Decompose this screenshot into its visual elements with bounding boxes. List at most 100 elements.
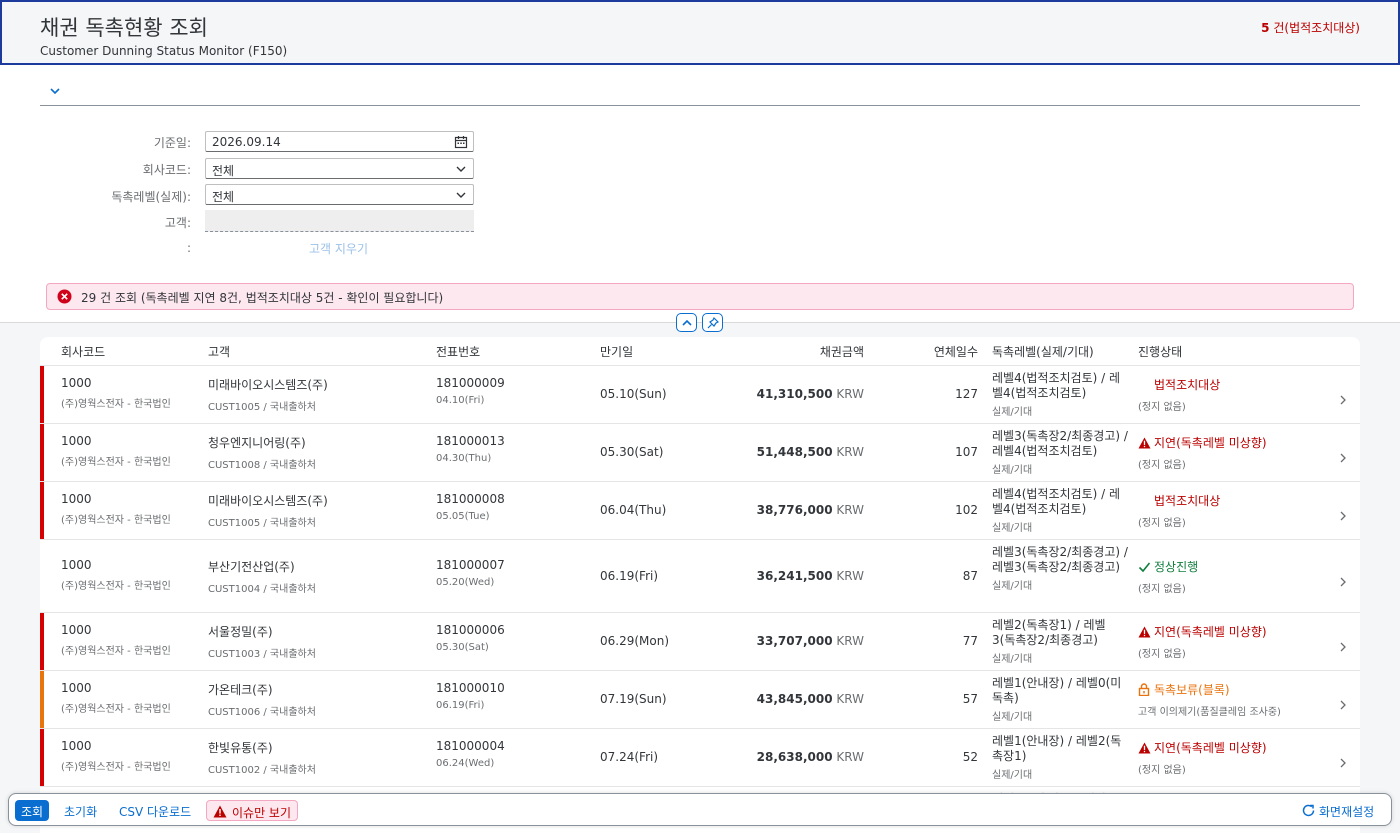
dunning-level-cell: 레벨3(독촉장2/최종경고) / 레벨3(독촉장2/최종경고) 실제/기대 [992, 545, 1128, 594]
legal-action-count[interactable]: 5 건(법적조치대상) [1261, 19, 1360, 36]
status-note: (정지 없음) [1138, 518, 1186, 529]
column-header-due-date[interactable]: 만기일 [600, 337, 633, 365]
show-issues-only-button[interactable]: 이슈만 보기 [206, 800, 299, 821]
footer-toolbar: 조회 초기화 CSV 다운로드 이슈만 보기 화면재설정 [8, 793, 1392, 826]
document-number: 181000007 [436, 558, 505, 572]
layout-reset-label: 화면재설정 [1319, 805, 1375, 819]
chevron-right-icon[interactable] [1338, 506, 1348, 521]
base-date-picker[interactable]: 2026.09.14 [205, 131, 474, 152]
customer-cell: 미래바이오시스템즈(주) CUST1005 / 국내출하처 [208, 492, 328, 529]
status-text: 법적조치대상 [1154, 494, 1221, 508]
company-cell: 1000 (주)영웍스전자 - 한국법인 [61, 623, 171, 657]
company-code: 1000 [61, 623, 92, 637]
company-code-select[interactable]: 전체 [205, 158, 474, 179]
overdue-days: 77 [962, 634, 978, 648]
table-row[interactable]: 1000 (주)영웍스전자 - 한국법인 서울정밀(주) CUST1003 / 국내출… [40, 613, 1360, 671]
amount-value: 51,448,500 [756, 445, 833, 459]
dunning-level-cell: 레벨1(안내장) / 레벨0(미독촉) 실제/기대 [992, 676, 1128, 725]
dunning-level-text: 레벨3(독촉장2/최종경고) / 레벨4(법적조치검토) [992, 429, 1128, 458]
column-header-company[interactable]: 회사코드 [61, 337, 105, 365]
collapse-header-button[interactable] [676, 313, 697, 332]
company-name: (주)영웍스전자 - 한국법인 [61, 399, 171, 410]
page-subtitle: Customer Dunning Status Monitor (F150) [40, 44, 288, 58]
dunning-level-caption: 실제/기대 [992, 581, 1033, 592]
chevron-right-icon[interactable] [1338, 390, 1348, 405]
overdue-days: 87 [962, 569, 978, 583]
customer-name: 서울정밀(주) [208, 625, 273, 639]
dunning-table: 회사코드 고객 전표번호 만기일 채권금액 연체일수 독촉레벨(실제/기대) 진… [40, 337, 1360, 833]
document-number: 181000013 [436, 434, 505, 448]
column-header-document[interactable]: 전표번호 [436, 337, 480, 365]
error-icon [57, 289, 72, 304]
filter-bar: 기준일: 2026.09.14 회사코드: 전체 독촉레벨(실제): 전체 고객… [0, 65, 1400, 323]
reset-button[interactable]: 초기화 [58, 800, 103, 821]
column-header-amount[interactable]: 채권금액 [740, 337, 864, 365]
company-name: (주)영웍스전자 - 한국법인 [61, 457, 171, 468]
dunning-level-text: 레벨4(법적조치검토) / 레벨4(법적조치검토) [992, 487, 1121, 516]
document-number: 181000008 [436, 492, 505, 506]
table-row[interactable]: 1000 (주)영웍스전자 - 한국법인 청우엔지니어링(주) CUST1008 / … [40, 424, 1360, 482]
chevron-right-icon[interactable] [1338, 448, 1348, 463]
customer-name: 미래바이오시스템즈(주) [208, 378, 328, 392]
status-text: 지연(독촉레벨 미상향) [1154, 436, 1267, 450]
csv-download-button[interactable]: CSV 다운로드 [113, 800, 197, 821]
status-text: 독촉보류(블록) [1154, 683, 1230, 697]
amount-cell: 28,638,000 KRW [740, 750, 864, 764]
check-icon [1138, 561, 1151, 574]
column-header-customer[interactable]: 고객 [208, 337, 230, 365]
customer-label: 고객: [164, 216, 191, 230]
table-row[interactable]: 1000 (주)영웍스전자 - 한국법인 한빛유통(주) CUST1002 / 국내출… [40, 729, 1360, 787]
document-date: 04.30(Thu) [436, 453, 492, 464]
company-cell: 1000 (주)영웍스전자 - 한국법인 [61, 739, 171, 773]
chevron-right-icon[interactable] [1338, 695, 1348, 710]
column-header-dunning-level[interactable]: 독촉레벨(실제/기대) [992, 337, 1094, 365]
status-note: (정지 없음) [1138, 584, 1186, 595]
document-date: 06.24(Wed) [436, 758, 495, 769]
status-note: 고객 이의제기(품질클레임 조사중) [1138, 707, 1281, 718]
layout-reset-button[interactable]: 화면재설정 [1299, 800, 1380, 821]
status-spacer [1138, 378, 1151, 391]
dunning-level-label: 독촉레벨(실제): [111, 190, 191, 204]
table-row[interactable]: 1000 (주)영웍스전자 - 한국법인 부산기전산업(주) CUST1004 / 국… [40, 540, 1360, 613]
amount-value: 41,310,500 [756, 387, 833, 401]
status-spacer [1138, 494, 1151, 507]
dunning-level-caption: 실제/기대 [992, 407, 1033, 418]
status-cell: 지연(독촉레벨 미상향) (정지 없음) [1138, 623, 1267, 660]
customer-id: CUST1004 / 국내출하처 [208, 584, 316, 595]
document-cell: 181000008 05.05(Tue) [436, 492, 505, 522]
warning-icon [1138, 742, 1151, 755]
dunning-level-select[interactable]: 전체 [205, 184, 474, 205]
company-cell: 1000 (주)영웍스전자 - 한국법인 [61, 492, 171, 526]
document-date: 04.10(Fri) [436, 395, 485, 406]
colon-label: : [186, 241, 191, 255]
column-header-overdue-days[interactable]: 연체일수 [890, 337, 978, 365]
table-row[interactable]: 1000 (주)영웍스전자 - 한국법인 미래바이오시스템즈(주) CUST1005 … [40, 482, 1360, 540]
amount-cell: 36,241,500 KRW [740, 569, 864, 583]
customer-name: 부산기전산업(주) [208, 560, 295, 574]
base-date-value: 2026.09.14 [212, 135, 281, 149]
table-row[interactable]: 1000 (주)영웍스전자 - 한국법인 가온테크(주) CUST1006 / 국내출… [40, 671, 1360, 729]
customer-id: CUST1006 / 국내출하처 [208, 707, 316, 718]
customer-input[interactable] [205, 210, 474, 232]
chevron-right-icon[interactable] [1338, 753, 1348, 768]
chevron-right-icon[interactable] [1338, 572, 1348, 587]
calendar-icon[interactable] [454, 135, 468, 149]
company-name: (주)영웍스전자 - 한국법인 [61, 704, 171, 715]
company-code-label: 회사코드: [142, 163, 191, 177]
overdue-days: 52 [962, 750, 978, 764]
chevron-down-icon[interactable] [48, 83, 64, 99]
column-header-status[interactable]: 진행상태 [1138, 337, 1182, 365]
amount-currency: KRW [836, 387, 864, 401]
customer-name: 미래바이오시스템즈(주) [208, 494, 328, 508]
search-button[interactable]: 조회 [15, 800, 50, 821]
table-row[interactable]: 1000 (주)영웍스전자 - 한국법인 미래바이오시스템즈(주) CUST1005 … [40, 366, 1360, 424]
amount-currency: KRW [836, 750, 864, 764]
clear-customer-link[interactable]: 고객 지우기 [309, 240, 368, 257]
due-date: 06.19(Fri) [600, 569, 659, 583]
warning-icon [213, 805, 227, 818]
amount-value: 36,241,500 [756, 569, 833, 583]
due-date: 06.29(Mon) [600, 634, 670, 648]
row-highlight [40, 366, 44, 423]
pin-header-button[interactable] [702, 313, 723, 332]
chevron-right-icon[interactable] [1338, 637, 1348, 652]
